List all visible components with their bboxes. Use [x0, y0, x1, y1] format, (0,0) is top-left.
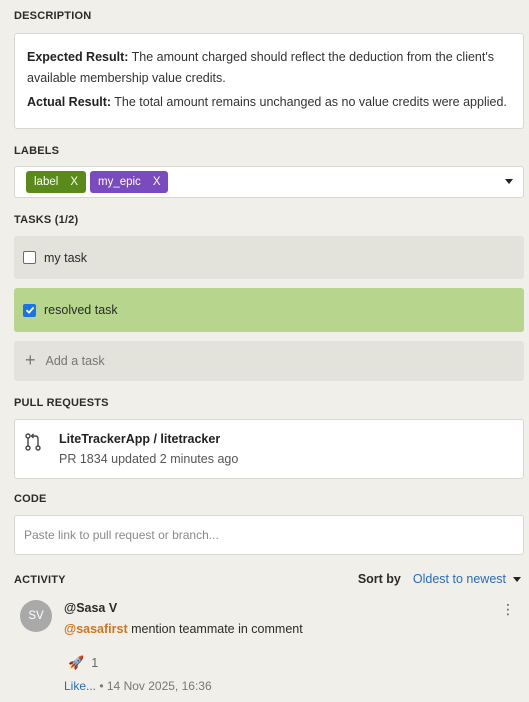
label-chip-text: label: [34, 176, 59, 188]
like-link[interactable]: Like...: [64, 679, 96, 693]
reaction-badge[interactable]: 🚀 1: [68, 655, 98, 671]
code-heading: CODE: [14, 493, 47, 505]
task-label[interactable]: resolved task: [44, 303, 118, 317]
comment-footer: Like... • 14 Nov 2025, 16:36: [64, 679, 212, 693]
chevron-down-icon[interactable]: [513, 576, 521, 582]
pull-request-meta: PR 1834 updated 2 minutes ago: [59, 452, 239, 466]
rocket-icon: 🚀: [68, 655, 85, 670]
activity-heading: ACTIVITY: [14, 574, 66, 586]
label-chip-my-epic: my_epic X: [89, 171, 169, 193]
add-task-button[interactable]: + Add a task: [14, 341, 524, 381]
task-item-resolved: resolved task: [14, 288, 524, 332]
mention-link[interactable]: @sasafirst: [64, 622, 128, 636]
sort-select[interactable]: Oldest to newest: [413, 572, 506, 586]
comment-text: mention teammate in comment: [127, 622, 303, 636]
pull-request-card[interactable]: LiteTrackerApp / litetracker PR 1834 upd…: [14, 419, 524, 479]
remove-label-button[interactable]: X: [153, 176, 161, 188]
tasks-heading: TASKS (1/2): [14, 214, 79, 226]
expected-result-label: Expected Result:: [27, 50, 129, 64]
sort-label: Sort by: [357, 572, 401, 586]
task-item: my task: [14, 236, 524, 279]
pull-request-repo[interactable]: LiteTrackerApp / litetracker: [59, 432, 220, 446]
label-chip-label: label X: [26, 171, 86, 193]
sort-control[interactable]: Sort by Oldest to newest: [358, 572, 521, 586]
add-task-label: Add a task: [45, 354, 105, 368]
task-checkbox[interactable]: [23, 251, 36, 264]
label-chip-text: my_epic: [97, 176, 141, 188]
task-checkbox-checked[interactable]: [23, 303, 36, 317]
reaction-count: 1: [91, 656, 99, 670]
description-box[interactable]: Expected Result: The amount charged shou…: [14, 33, 524, 129]
actual-result: Actual Result: The total amount remains …: [27, 92, 511, 113]
check-icon: [25, 306, 34, 314]
comment-author[interactable]: @Sasa V: [64, 601, 117, 615]
plus-icon: +: [25, 349, 36, 370]
code-link-input[interactable]: [14, 515, 524, 555]
actual-result-text: The total amount remains unchanged as no…: [111, 95, 507, 109]
expected-result: Expected Result: The amount charged shou…: [27, 47, 511, 89]
remove-label-button[interactable]: X: [70, 176, 78, 188]
actual-result-label: Actual Result:: [27, 95, 112, 109]
comment-timestamp: • 14 Nov 2025, 16:36: [96, 679, 212, 693]
task-label[interactable]: my task: [44, 251, 87, 265]
comment-body: @sasafirst mention teammate in comment: [64, 622, 303, 636]
pull-request-icon: [24, 432, 42, 455]
description-heading: DESCRIPTION: [14, 10, 92, 22]
pull-requests-heading: PULL REQUESTS: [14, 397, 109, 409]
chevron-down-icon[interactable]: [505, 179, 513, 184]
labels-heading: LABELS: [14, 145, 60, 157]
avatar[interactable]: SV: [20, 600, 52, 632]
kebab-icon[interactable]: ⋮: [501, 601, 515, 617]
labels-select[interactable]: label X my_epic X: [14, 166, 524, 198]
